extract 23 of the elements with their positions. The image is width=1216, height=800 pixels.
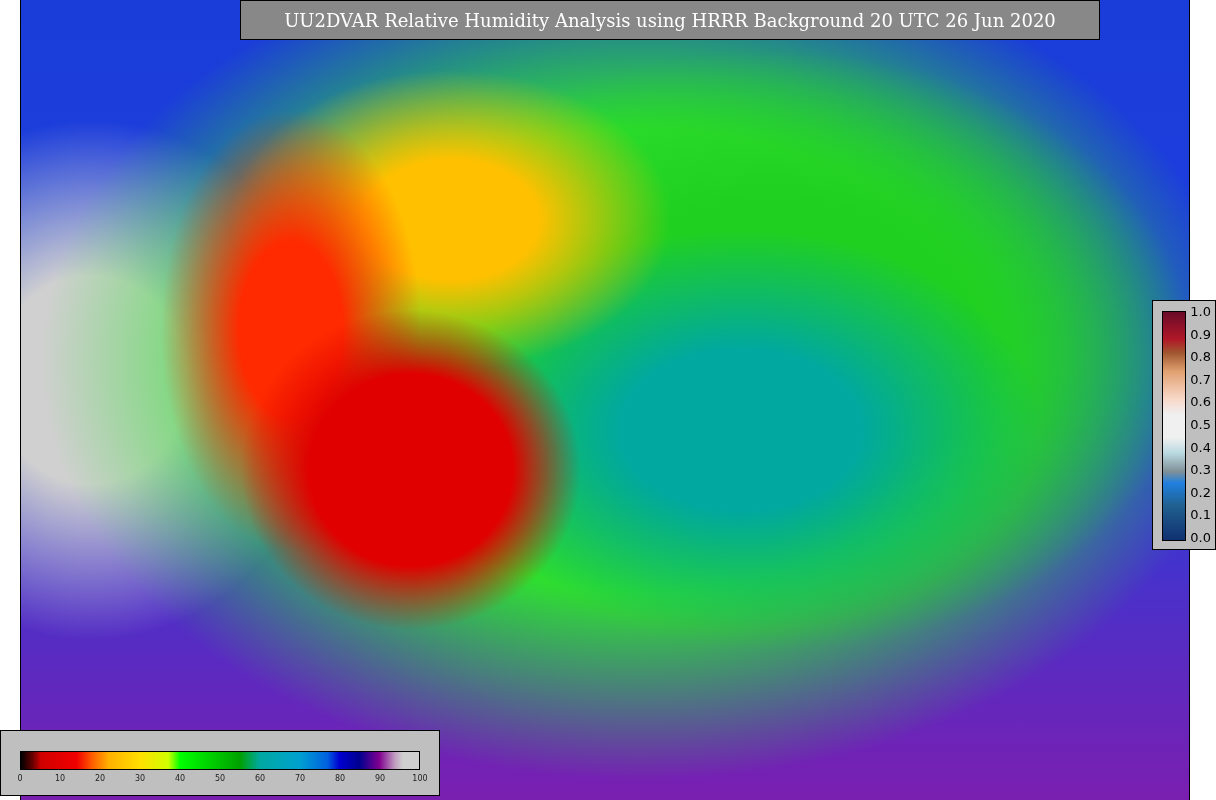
legend-tick-label: 0.1 (1190, 508, 1211, 523)
colorbar-tick-label: 20 (94, 774, 106, 783)
legend-tick-label: 0.4 (1190, 440, 1211, 455)
legend-tick-label: 1.0 (1190, 305, 1211, 319)
colorbar-tick-label: 60 (254, 774, 266, 783)
legend-tick-label: 0.6 (1190, 395, 1211, 410)
legend-tick-label: 0.7 (1190, 372, 1211, 387)
legend-tick-label: 0.2 (1190, 485, 1211, 500)
colorbar-tick-label: 50 (214, 774, 226, 783)
colorbar-tick-label: 10 (54, 774, 66, 783)
legend-tick-label: 0.3 (1190, 463, 1211, 478)
colorbar-tick-label: 40 (174, 774, 186, 783)
map-title: UU2DVAR Relative Humidity Analysis using HRRR Background 20 UTC 26 Jun 2020 (240, 0, 1100, 40)
colorbar-tick-label: 70 (294, 774, 306, 783)
legend-tick-label: 0.0 (1190, 530, 1211, 545)
colorbar-tick-label: 30 (134, 774, 146, 783)
colorbar-tick-label: 100 (412, 774, 428, 783)
colorbar-tick-label: 90 (374, 774, 386, 783)
legend-tick-label: 0.5 (1190, 417, 1211, 432)
legend-tick-label: 0.8 (1190, 350, 1211, 365)
legend-tick-label: 0.9 (1190, 327, 1211, 342)
colorbar-tick-label: 80 (334, 774, 346, 783)
colorbar-tick-label: 0 (17, 774, 23, 783)
